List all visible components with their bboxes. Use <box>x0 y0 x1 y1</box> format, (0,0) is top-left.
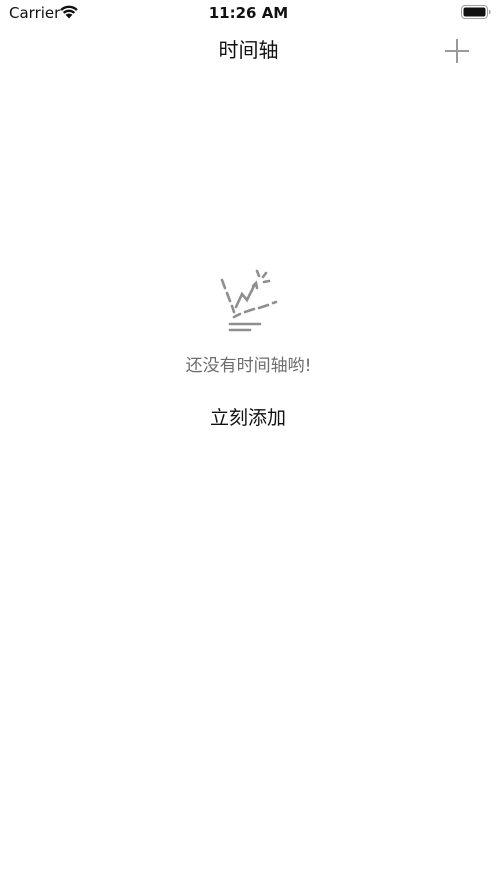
page-title: 时间轴 <box>218 38 279 62</box>
empty-state: 还没有时间轴哟! 立刻添加 <box>0 258 497 438</box>
add-timeline-button[interactable] <box>440 34 474 68</box>
add-now-button[interactable]: 立刻添加 <box>188 401 308 435</box>
status-time: 11:26 AM <box>208 4 289 22</box>
empty-message: 还没有时间轴哟! <box>185 356 312 376</box>
battery-icon <box>461 5 491 19</box>
empty-chart-icon <box>220 269 278 332</box>
navigation-bar: 时间轴 <box>0 26 497 74</box>
plus-icon <box>445 39 469 63</box>
status-bar: Carrier 11:26 AM <box>0 0 497 26</box>
